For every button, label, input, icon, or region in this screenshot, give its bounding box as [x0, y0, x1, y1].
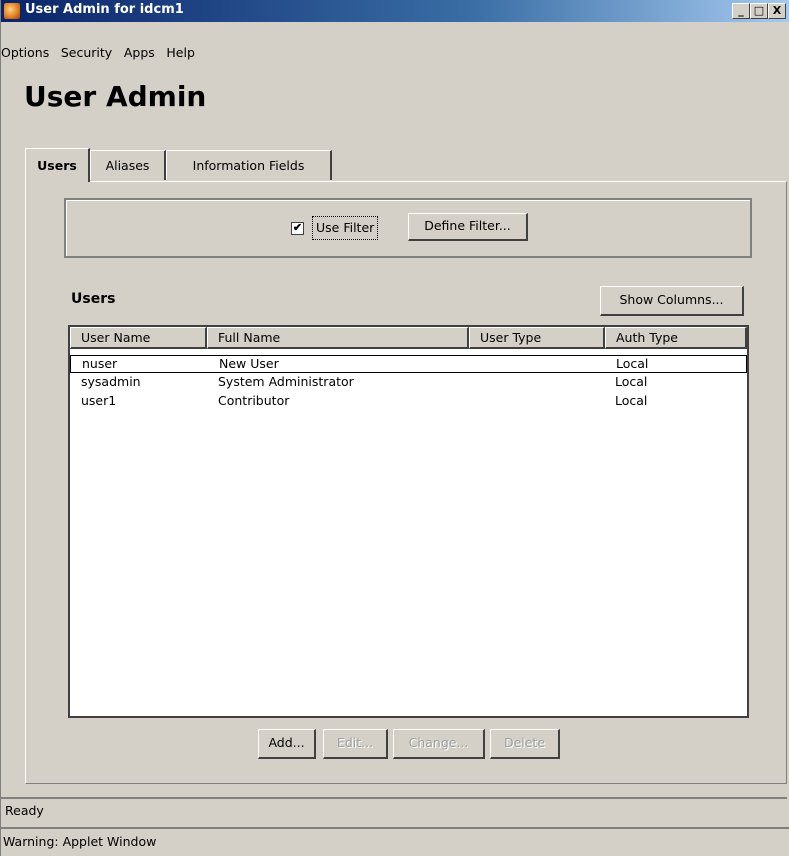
close-button[interactable]: X	[768, 3, 786, 19]
applet-warning-bar: Warning: Applet Window	[1, 827, 789, 856]
column-header-user-type[interactable]: User Type	[469, 327, 605, 349]
cell-auth-type: Local	[616, 356, 649, 371]
table-row[interactable]: sysadmin System Administrator Local	[70, 374, 747, 392]
maximize-button[interactable]: □	[750, 3, 768, 19]
window-title: User Admin for idcm1	[25, 2, 184, 17]
menu-security[interactable]: Security	[61, 44, 118, 62]
tab-aliases[interactable]: Aliases	[90, 150, 166, 180]
users-table[interactable]: User Name Full Name User Type Auth Type …	[68, 325, 749, 718]
title-bar[interactable]: User Admin for idcm1 _ □ X	[1, 0, 789, 22]
cell-full-name: Contributor	[218, 393, 290, 408]
use-filter-checkbox[interactable]: ✔	[291, 222, 304, 235]
minimize-button[interactable]: _	[732, 3, 750, 19]
use-filter-label[interactable]: Use Filter	[312, 216, 379, 240]
column-header-full-name[interactable]: Full Name	[207, 327, 469, 349]
define-filter-button[interactable]: Define Filter...	[408, 213, 528, 241]
cell-auth-type: Local	[615, 393, 648, 408]
table-row[interactable]: nuser New User Local	[70, 355, 747, 373]
cell-user-name: sysadmin	[81, 374, 141, 389]
app-icon	[4, 3, 20, 19]
app-window: User Admin for idcm1 _ □ X Options Secur…	[0, 0, 789, 856]
tab-information-fields[interactable]: Information Fields	[166, 150, 332, 180]
cell-auth-type: Local	[615, 374, 648, 389]
menu-options[interactable]: Options	[1, 44, 55, 62]
users-section-title: Users	[71, 291, 116, 307]
table-row[interactable]: user1 Contributor Local	[70, 393, 747, 411]
change-button[interactable]: Change...	[393, 729, 485, 759]
cell-user-name: user1	[81, 393, 117, 408]
menu-apps[interactable]: Apps	[124, 44, 161, 62]
cell-full-name: New User	[219, 356, 279, 371]
cell-full-name: System Administrator	[218, 374, 354, 389]
menu-bar: Options Security Apps Help	[1, 44, 201, 64]
page-title: User Admin	[24, 80, 207, 113]
status-bar: Ready	[1, 797, 787, 822]
tab-users[interactable]: Users	[25, 148, 90, 182]
show-columns-button[interactable]: Show Columns...	[600, 286, 744, 316]
column-header-user-name[interactable]: User Name	[70, 327, 207, 349]
add-button[interactable]: Add...	[258, 729, 316, 759]
edit-button[interactable]: Edit...	[323, 729, 388, 759]
cell-user-name: nuser	[82, 356, 118, 371]
column-header-auth-type[interactable]: Auth Type	[605, 327, 747, 349]
menu-help[interactable]: Help	[166, 44, 201, 62]
delete-button[interactable]: Delete	[490, 729, 560, 759]
